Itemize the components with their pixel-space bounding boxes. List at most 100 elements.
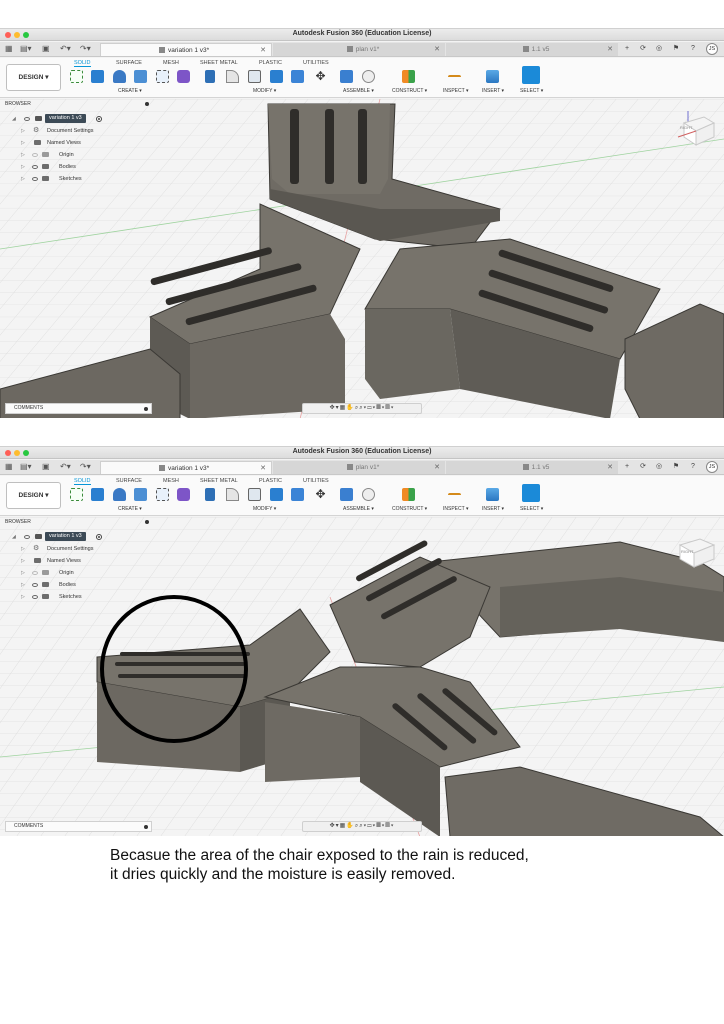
split-body-icon[interactable] (291, 70, 304, 83)
pattern-icon[interactable] (156, 70, 169, 83)
tab-plastic[interactable]: PLASTIC (259, 60, 282, 66)
combine-icon[interactable] (270, 488, 283, 501)
user-avatar[interactable]: JS (706, 43, 718, 55)
orbit-icon[interactable]: ✥▾ (330, 405, 340, 411)
tab-solid[interactable]: SOLID (74, 60, 91, 67)
shell-icon[interactable] (248, 488, 261, 501)
browser-item-origin[interactable]: ▷ Origin (0, 149, 160, 161)
redo-icon[interactable]: ↷▾ (80, 44, 91, 54)
tab-sheet-metal[interactable]: SHEET METAL (200, 478, 238, 484)
select-menu[interactable]: SELECT ▾ (520, 88, 543, 94)
tab-utilities[interactable]: UTILITIES (303, 60, 329, 66)
assemble-menu[interactable]: ASSEMBLE ▾ (343, 88, 374, 94)
browser-root-row[interactable]: ◢ variation 1 v3 (0, 531, 160, 543)
offset-plane-icon[interactable] (402, 488, 415, 501)
display-settings-icon[interactable]: ▭▾ (367, 823, 376, 829)
close-icon[interactable]: ✕ (607, 43, 613, 56)
construct-menu[interactable]: CONSTRUCT ▾ (392, 88, 427, 94)
close-icon[interactable]: ✕ (434, 461, 440, 474)
user-avatar[interactable]: JS (706, 461, 718, 473)
insert-menu[interactable]: INSERT ▾ (482, 88, 504, 94)
visibility-icon[interactable] (32, 153, 38, 157)
press-pull-icon[interactable] (205, 70, 215, 83)
offset-plane-icon[interactable] (402, 70, 415, 83)
browser-item-document-settings[interactable]: ▷ ⚙ Document Settings (0, 125, 160, 137)
box-icon[interactable] (134, 488, 147, 501)
notification-icon[interactable]: ⚑ (671, 462, 681, 472)
insert-image-icon[interactable] (486, 70, 499, 83)
tab-plastic[interactable]: PLASTIC (259, 478, 282, 484)
comments-pin-icon[interactable] (144, 407, 148, 411)
file-icon[interactable]: ▤▾ (20, 462, 32, 472)
modify-menu[interactable]: MODIFY ▾ (253, 88, 276, 94)
inspect-menu[interactable]: INSPECT ▾ (443, 88, 468, 94)
move-icon[interactable]: ✥ (314, 70, 327, 83)
modify-menu[interactable]: MODIFY ▾ (253, 506, 276, 512)
expand-arrow-icon[interactable]: ◢ (12, 531, 16, 543)
expand-arrow-icon[interactable]: ▷ (21, 173, 25, 185)
file-icon[interactable]: ▤▾ (20, 44, 32, 54)
display-settings-icon[interactable]: ▭▾ (367, 405, 376, 411)
browser-item-sketches[interactable]: ▷ Sketches (0, 591, 160, 603)
expand-arrow-icon[interactable]: ▷ (21, 567, 25, 579)
expand-arrow-icon[interactable]: ▷ (21, 149, 25, 161)
save-icon[interactable]: ▣ (42, 462, 50, 472)
browser-item-origin[interactable]: ▷ Origin (0, 567, 160, 579)
comments-pin-icon[interactable] (144, 825, 148, 829)
grid-settings-icon[interactable]: ▦▾ (376, 405, 385, 411)
fillet-icon[interactable] (226, 70, 239, 83)
plus-icon[interactable]: + (622, 44, 632, 54)
expand-arrow-icon[interactable]: ▷ (21, 543, 25, 555)
viewports-icon[interactable]: ▤▾ (385, 823, 394, 829)
combine-icon[interactable] (270, 70, 283, 83)
expand-arrow-icon[interactable]: ◢ (12, 113, 16, 125)
expand-arrow-icon[interactable]: ▷ (21, 137, 25, 149)
tab-variation-1[interactable]: variation 1 v3* ✕ (100, 43, 272, 56)
insert-image-icon[interactable] (486, 488, 499, 501)
press-pull-icon[interactable] (205, 488, 215, 501)
revolve-icon[interactable] (113, 488, 126, 501)
tab-plan[interactable]: plan v1* ✕ (273, 43, 445, 56)
comments-panel[interactable]: COMMENTS (5, 403, 152, 414)
expand-arrow-icon[interactable]: ▷ (21, 555, 25, 567)
visibility-icon[interactable] (32, 583, 38, 587)
tab-surface[interactable]: SURFACE (116, 60, 142, 66)
select-icon[interactable] (522, 66, 540, 84)
job-status-icon[interactable]: ◎ (654, 44, 664, 54)
expand-arrow-icon[interactable]: ▷ (21, 161, 25, 173)
fillet-icon[interactable] (226, 488, 239, 501)
browser-item-named-views[interactable]: ▷ Named Views (0, 137, 160, 149)
viewcube[interactable]: RIGHT (676, 531, 718, 576)
grid-icon[interactable]: ▦ (5, 462, 13, 472)
joint-icon[interactable] (362, 488, 375, 501)
refresh-icon[interactable]: ⟳ (638, 462, 648, 472)
visibility-icon[interactable] (24, 117, 30, 121)
browser-item-named-views[interactable]: ▷ Named Views (0, 555, 160, 567)
undo-icon[interactable]: ↶▾ (60, 462, 71, 472)
create-sketch-icon[interactable] (70, 488, 83, 501)
browser-pin-icon[interactable] (145, 102, 149, 106)
pattern-icon[interactable] (156, 488, 169, 501)
tab-solid[interactable]: SOLID (74, 478, 91, 485)
expand-arrow-icon[interactable]: ▷ (21, 125, 25, 137)
shell-icon[interactable] (248, 70, 261, 83)
measure-icon[interactable] (448, 493, 461, 499)
tab-sheet-metal[interactable]: SHEET METAL (200, 60, 238, 66)
redo-icon[interactable]: ↷▾ (80, 462, 91, 472)
move-icon[interactable]: ✥ (314, 488, 327, 501)
viewcube[interactable]: RIGHT (676, 109, 718, 154)
close-icon[interactable]: ✕ (260, 44, 266, 57)
expand-arrow-icon[interactable]: ▷ (21, 591, 25, 603)
assemble-menu[interactable]: ASSEMBLE ▾ (343, 506, 374, 512)
tab-mesh[interactable]: MESH (163, 478, 179, 484)
visibility-icon[interactable] (32, 595, 38, 599)
grid-icon[interactable]: ▦ (5, 44, 13, 54)
box-icon[interactable] (134, 70, 147, 83)
save-icon[interactable]: ▣ (42, 44, 50, 54)
visibility-icon[interactable] (32, 177, 38, 181)
split-body-icon[interactable] (291, 488, 304, 501)
new-component-icon[interactable] (340, 488, 353, 501)
activate-component-icon[interactable] (96, 116, 102, 122)
tab-surface[interactable]: SURFACE (116, 478, 142, 484)
comments-panel[interactable]: COMMENTS (5, 821, 152, 832)
